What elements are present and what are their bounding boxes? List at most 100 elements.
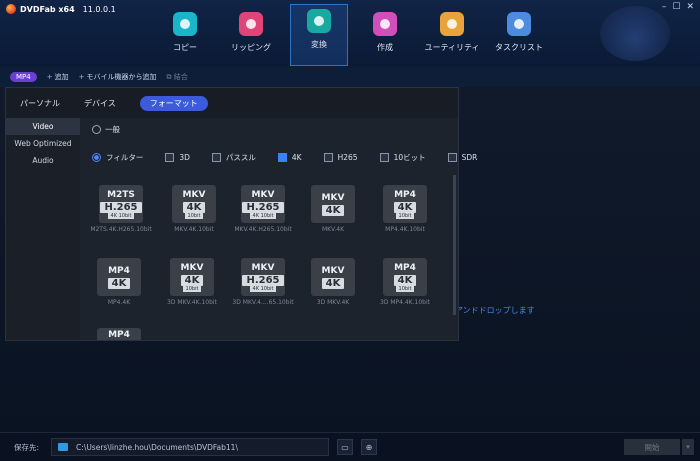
- format-caption: MP4.4K: [107, 299, 131, 306]
- chevron-down-icon: ▾: [686, 443, 690, 451]
- nav-ripper[interactable]: リッピング: [223, 8, 279, 53]
- globe-button[interactable]: ⊕: [361, 439, 378, 455]
- top-bar: DVDFab x64 11.0.0.1 – ☐ ✕ コピー リッピング 変換 作…: [0, 0, 700, 67]
- format-quality: H.265: [100, 201, 142, 213]
- format-tile[interactable]: MP4 4K 10bit MP4.4K.10bit: [370, 185, 440, 233]
- profile-badge[interactable]: MP4: [10, 72, 37, 82]
- tab-format[interactable]: フォーマット: [139, 95, 208, 111]
- format-tile[interactable]: MKV H.265 4K 10bit 3D MKV.4....65.10bit: [228, 258, 298, 306]
- format-sub: 4K 10bit: [249, 285, 277, 292]
- footer-bar: 保存先: C:\Users\linzhe.hou\Documents\DVDFa…: [0, 432, 700, 461]
- format-sub: 10bit: [184, 212, 204, 219]
- format-badge: MP4 4K: [97, 258, 141, 296]
- format-caption: MKV.4K.10bit: [174, 226, 214, 233]
- format-name: MKV: [182, 189, 206, 200]
- checkbox-10bit[interactable]: [379, 153, 389, 162]
- category-video[interactable]: Video: [6, 118, 80, 135]
- nav-utility[interactable]: ユーティリティ: [424, 8, 480, 53]
- tasklist-icon: [507, 12, 531, 36]
- nav-tasklist-label: タスクリスト: [495, 43, 543, 52]
- profile-panel: パーソナル デバイス フォーマット Video Web Optimized Au…: [5, 87, 477, 341]
- checkbox-passthrough[interactable]: [211, 153, 221, 162]
- globe-icon: ⊕: [365, 442, 373, 452]
- format-badge: MKV H.265 4K 10bit: [241, 258, 285, 296]
- plus-icon: +: [78, 73, 85, 81]
- checkbox-4k[interactable]: [277, 153, 287, 162]
- merge-icon: ⧉: [166, 73, 174, 81]
- format-name: MKV: [321, 265, 345, 276]
- format-badge: MKV 4K: [311, 258, 355, 296]
- format-tile[interactable]: MKV H.265 4K 10bit MKV.4K.H265.10bit: [228, 185, 298, 233]
- nav-ripper-label: リッピング: [231, 43, 271, 52]
- folder-open-icon: ▭: [341, 442, 349, 452]
- format-name: MKV: [321, 192, 345, 203]
- output-path-field[interactable]: C:\Users\linzhe.hou\Documents\DVDFab11\: [51, 438, 330, 456]
- add-mobile-button[interactable]: + モバイル機器から追加: [79, 72, 157, 82]
- format-tile[interactable]: MKV 4K 3D MKV.4K: [298, 258, 368, 306]
- format-caption: M2TS.4K.H265.10bit: [90, 226, 152, 233]
- format-badge: MP4: [97, 328, 141, 340]
- format-caption: MKV.4K.H265.10bit: [234, 226, 292, 233]
- format-badge: M2TS H.265 4K 10bit: [99, 185, 143, 223]
- add-button[interactable]: + 追加: [47, 72, 69, 82]
- category-web-optimized[interactable]: Web Optimized: [6, 135, 80, 152]
- format-quality: 4K: [321, 204, 345, 216]
- merge-label: 結合: [173, 73, 188, 81]
- nav-utility-label: ユーティリティ: [424, 43, 480, 52]
- start-dropdown-button[interactable]: ▾: [682, 439, 694, 455]
- format-name: MKV: [180, 262, 204, 273]
- format-badge: MKV 4K 10bit: [170, 258, 214, 296]
- close-icon[interactable]: ✕: [686, 2, 694, 12]
- maximize-icon[interactable]: ☐: [672, 2, 680, 12]
- format-name: MKV: [251, 189, 275, 200]
- ripper-icon: [239, 12, 263, 36]
- tab-personal[interactable]: パーソナル: [20, 98, 60, 109]
- creator-icon: [373, 12, 397, 36]
- tab-device[interactable]: デバイス: [84, 98, 116, 109]
- format-name: MP4: [108, 330, 130, 340]
- format-badge: MP4 4K 10bit: [383, 258, 427, 296]
- checkbox-3d-label: 3D: [179, 153, 190, 162]
- format-quality: 4K: [107, 277, 131, 289]
- save-to-label: 保存先:: [14, 442, 40, 452]
- merge-button[interactable]: ⧉ 結合: [166, 72, 187, 82]
- radio-filter-label: フィルター: [106, 153, 144, 162]
- minimize-icon[interactable]: –: [662, 2, 667, 12]
- output-path-text: C:\Users\linzhe.hou\Documents\DVDFab11\: [76, 442, 238, 452]
- category-audio[interactable]: Audio: [6, 152, 80, 169]
- format-tile[interactable]: MP4 4K 10bit 3D MP4.4K.10bit: [370, 258, 440, 306]
- format-tile[interactable]: MP4: [84, 328, 154, 340]
- nav-creator[interactable]: 作成: [357, 8, 413, 53]
- converter-icon: [307, 9, 331, 33]
- radio-filter[interactable]: [92, 153, 101, 162]
- format-tile[interactable]: M2TS H.265 4K 10bit M2TS.4K.H265.10bit: [86, 185, 156, 233]
- copy-icon: [173, 12, 197, 36]
- app-logo: DVDFab x64 11.0.0.1: [6, 4, 116, 14]
- format-tile[interactable]: MKV 4K 10bit MKV.4K.10bit: [159, 185, 229, 233]
- format-tile[interactable]: MKV 4K 10bit 3D MKV.4K.10bit: [157, 258, 227, 306]
- panel-scrollbar[interactable]: [453, 175, 456, 315]
- format-badge: MKV 4K 10bit: [172, 185, 216, 223]
- format-quality: H.265: [242, 201, 284, 213]
- folder-icon: [58, 443, 69, 451]
- format-tile[interactable]: MKV 4K MKV.4K: [298, 185, 368, 233]
- nav-copy-label: コピー: [173, 43, 197, 52]
- format-name: MP4: [108, 265, 130, 276]
- checkbox-4k-label: 4K: [291, 153, 302, 162]
- format-sub: 10bit: [182, 285, 202, 292]
- nav-tasklist[interactable]: タスクリスト: [491, 8, 547, 53]
- nav-copy[interactable]: コピー: [157, 8, 213, 53]
- format-tile[interactable]: MP4 4K MP4.4K: [84, 258, 154, 306]
- format-badge: MKV 4K: [311, 185, 355, 223]
- radio-general[interactable]: [92, 125, 101, 134]
- checkbox-h265[interactable]: [323, 153, 333, 162]
- utility-icon: [440, 12, 464, 36]
- dvdfab-logo-icon: [6, 4, 16, 14]
- checkbox-h265-label: H265: [337, 153, 358, 162]
- nav-converter[interactable]: 変換: [290, 4, 348, 66]
- start-button[interactable]: 開始: [624, 439, 680, 455]
- browse-folder-button[interactable]: ▭: [337, 439, 354, 455]
- format-sub: 4K 10bit: [249, 212, 277, 219]
- checkbox-sdr[interactable]: [447, 153, 457, 162]
- checkbox-3d[interactable]: [165, 153, 175, 162]
